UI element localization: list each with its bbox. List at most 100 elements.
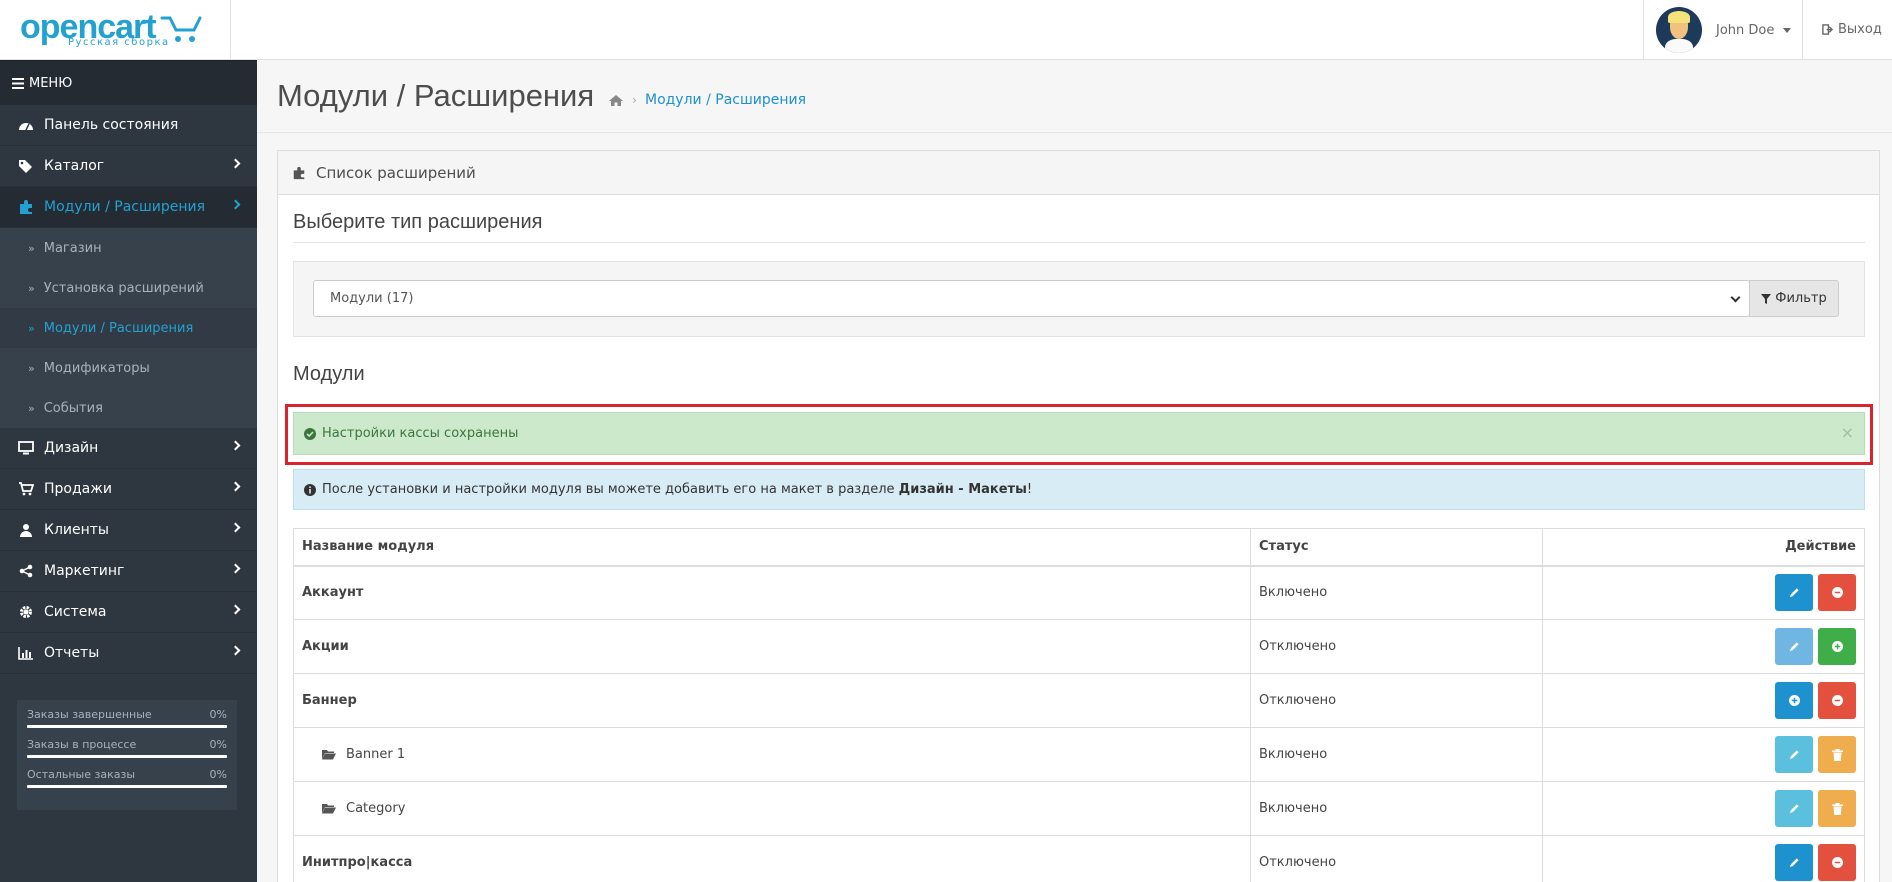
- module-status: Включено: [1250, 565, 1543, 620]
- sidebar-item-label: Отчеты: [44, 645, 100, 661]
- info-text-suffix: !: [1026, 482, 1033, 497]
- page-title: Модули / Расширения: [277, 78, 595, 113]
- add-button[interactable]: [1775, 682, 1813, 719]
- module-status: Отключено: [1250, 835, 1543, 882]
- pencil-icon: [1789, 750, 1799, 760]
- stat-value: 0%: [209, 738, 227, 751]
- sidebar-item-extensions[interactable]: Модули / Расширения: [0, 187, 257, 228]
- module-name: Баннер: [293, 673, 1251, 728]
- logo[interactable]: opencart Русская сборка: [0, 0, 231, 60]
- home-icon[interactable]: [608, 94, 624, 107]
- sidebar-item-label: Маркетинг: [44, 563, 125, 579]
- module-actions: [1542, 565, 1865, 620]
- close-icon[interactable]: ×: [1841, 423, 1854, 442]
- main-content: Модули / Расширения › Модули / Расширени…: [257, 60, 1892, 882]
- success-text: Настройки кассы сохранены: [322, 426, 519, 441]
- sidebar-subitem-store[interactable]: » Магазин: [0, 228, 257, 268]
- sidebar-subitem-events[interactable]: » События: [0, 388, 257, 428]
- module-status: Отключено: [1250, 673, 1543, 728]
- modules-table: Название модуля Статус Действие Аккаунт …: [293, 528, 1865, 882]
- stat-progress-bar: [27, 785, 227, 788]
- table-header-row: Название модуля Статус Действие: [293, 528, 1865, 567]
- sidebar-item-reports[interactable]: Отчеты: [0, 633, 257, 674]
- module-name: Banner 1: [346, 747, 406, 762]
- info-text-bold: Дизайн - Макеты: [898, 482, 1027, 497]
- sidebar-subitem-label: Модули / Расширения: [43, 320, 194, 336]
- success-alert: Настройки кассы сохранены ×: [293, 412, 1865, 455]
- order-stats: Заказы завершенные 0% Заказы в процессе 0%…: [17, 700, 237, 810]
- menu-toggle[interactable]: МЕНЮ: [0, 60, 257, 105]
- delete-button[interactable]: [1818, 790, 1856, 827]
- delete-button[interactable]: [1818, 736, 1856, 773]
- sidebar-item-customers[interactable]: Клиенты: [0, 510, 257, 551]
- sidebar-subitem-extensions[interactable]: » Модули / Расширения: [0, 308, 257, 348]
- edit-button[interactable]: [1775, 574, 1813, 612]
- user-icon: [17, 521, 35, 539]
- sidebar-subitem-installer[interactable]: » Установка расширений: [0, 268, 257, 308]
- stat-other: Остальные заказы 0%: [27, 768, 227, 788]
- user-menu[interactable]: John Doe: [1643, 0, 1803, 60]
- page-header: Модули / Расширения › Модули / Расширени…: [257, 60, 1892, 133]
- breadcrumb-link[interactable]: Модули / Расширения: [645, 92, 806, 108]
- column-header-name[interactable]: Название модуля: [293, 528, 1251, 567]
- sidebar-item-marketing[interactable]: Маркетинг: [0, 551, 257, 592]
- sidebar-subitem-label: Модификаторы: [43, 360, 150, 376]
- stat-progress-bar: [27, 755, 227, 758]
- module-actions: [1542, 835, 1865, 882]
- sidebar-item-dashboard[interactable]: Панель состояния: [0, 105, 257, 146]
- edit-button[interactable]: [1775, 628, 1813, 665]
- table-row: Инитпро|касса Отключено: [293, 835, 1865, 882]
- filter-button[interactable]: Фильтр: [1749, 280, 1839, 317]
- avatar: [1656, 7, 1702, 53]
- module-actions: [1542, 727, 1865, 782]
- uninstall-button[interactable]: [1818, 844, 1856, 881]
- gear-icon: [17, 603, 35, 621]
- logo-subtitle: Русская сборка: [68, 37, 170, 48]
- folder-open-icon: [322, 804, 336, 814]
- logout-label: Выход: [1838, 22, 1882, 37]
- stat-processing: Заказы в процессе 0%: [27, 738, 227, 758]
- sidebar-item-label: Панель состояния: [44, 117, 179, 133]
- panel-title: Список расширений: [316, 163, 476, 182]
- tags-icon: [17, 157, 35, 175]
- select-value: Модули (17): [330, 291, 414, 306]
- folder-open-icon: [322, 750, 336, 760]
- trash-icon: [1831, 748, 1843, 761]
- info-text-prefix: После установки и настройки модуля вы мо…: [322, 482, 899, 497]
- extensions-panel: Список расширений Выберите тип расширени…: [277, 150, 1880, 882]
- edit-button[interactable]: [1775, 844, 1813, 881]
- plus-circle-icon: [1831, 641, 1843, 652]
- uninstall-button[interactable]: [1818, 682, 1856, 719]
- double-chevron-icon: »: [28, 401, 35, 415]
- chevron-right-icon: [230, 604, 241, 615]
- pencil-icon: [1789, 588, 1799, 598]
- logout-link[interactable]: Выход: [1822, 22, 1882, 37]
- install-button[interactable]: [1818, 628, 1856, 665]
- edit-button[interactable]: [1775, 790, 1813, 827]
- sidebar-item-system[interactable]: Система: [0, 592, 257, 633]
- trash-icon: [1831, 802, 1843, 815]
- module-name: Акции: [293, 619, 1251, 674]
- stat-value: 0%: [209, 708, 227, 721]
- extension-type-select[interactable]: Модули (17): [313, 280, 1750, 317]
- stat-completed: Заказы завершенные 0%: [27, 708, 227, 728]
- sidebar-item-label: Система: [44, 604, 107, 620]
- module-actions: [1542, 673, 1865, 728]
- sidebar-item-catalog[interactable]: Каталог: [0, 146, 257, 187]
- menu-label: МЕНЮ: [29, 75, 73, 91]
- puzzle-icon: [17, 198, 35, 216]
- sidebar-subitem-label: Установка расширений: [43, 280, 204, 296]
- info-alert: После установки и настройки модуля вы мо…: [293, 469, 1865, 510]
- stat-value: 0%: [209, 768, 227, 781]
- uninstall-button[interactable]: [1818, 574, 1856, 612]
- chevron-right-icon: [230, 645, 241, 656]
- sidebar-item-design[interactable]: Дизайн: [0, 428, 257, 469]
- sidebar-subitem-label: Магазин: [43, 240, 102, 256]
- top-header: opencart Русская сборка John Doe Выход: [0, 0, 1892, 60]
- chevron-right-icon: [230, 563, 241, 574]
- filter-label: Фильтр: [1775, 291, 1827, 306]
- info-circle-icon: [304, 483, 316, 496]
- edit-button[interactable]: [1775, 736, 1813, 773]
- sidebar-subitem-modifications[interactable]: » Модификаторы: [0, 348, 257, 388]
- sidebar-item-sales[interactable]: Продажи: [0, 469, 257, 510]
